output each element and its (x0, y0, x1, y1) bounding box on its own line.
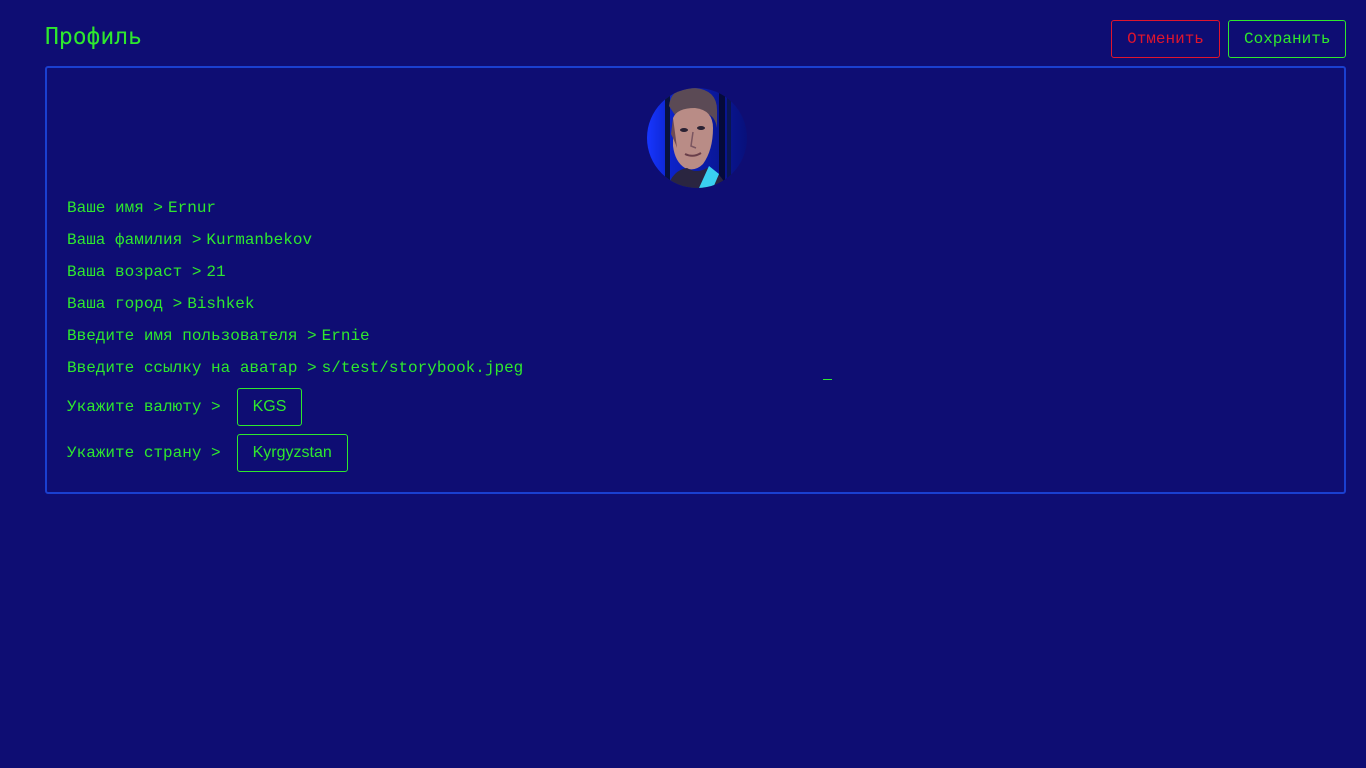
last-name-label: Ваша фамилия > (67, 231, 202, 249)
avatar-url-input[interactable] (321, 359, 722, 377)
country-row: Укажите страну > Kyrgyzstan (67, 434, 348, 472)
currency-select[interactable]: KGS (236, 388, 303, 426)
city-row: Ваша город > (67, 294, 588, 314)
city-label: Ваша город > (67, 295, 183, 313)
country-select[interactable]: Kyrgyzstan (236, 434, 348, 472)
avatar-url-row: Введите ссылку на аватар > (67, 358, 722, 378)
city-input[interactable] (187, 295, 588, 313)
currency-label: Укажите валюту > (67, 398, 221, 416)
first-name-input[interactable] (168, 199, 569, 217)
age-input[interactable] (206, 263, 607, 281)
text-cursor (823, 379, 832, 380)
last-name-input[interactable] (206, 231, 607, 249)
profile-card: Ваше имя > Ваша фамилия > Ваша возраст >… (45, 66, 1346, 494)
first-name-row: Ваше имя > (67, 198, 569, 218)
age-label: Ваша возраст > (67, 263, 202, 281)
age-row: Ваша возраст > (67, 262, 607, 282)
country-label: Укажите страну > (67, 444, 221, 462)
first-name-label: Ваше имя > (67, 199, 164, 217)
username-input[interactable] (321, 327, 722, 345)
save-button[interactable]: Сохранить (1228, 20, 1346, 58)
avatar[interactable] (647, 88, 747, 188)
currency-row: Укажите валюту > KGS (67, 388, 303, 426)
cancel-button[interactable]: Отменить (1111, 20, 1220, 58)
last-name-row: Ваша фамилия > (67, 230, 607, 250)
user-avatar-photo-icon (647, 88, 747, 188)
username-row: Введите имя пользователя > (67, 326, 722, 346)
avatar-url-label: Введите ссылку на аватар > (67, 359, 317, 377)
username-label: Введите имя пользователя > (67, 327, 317, 345)
page-title: Профиль (45, 24, 142, 50)
